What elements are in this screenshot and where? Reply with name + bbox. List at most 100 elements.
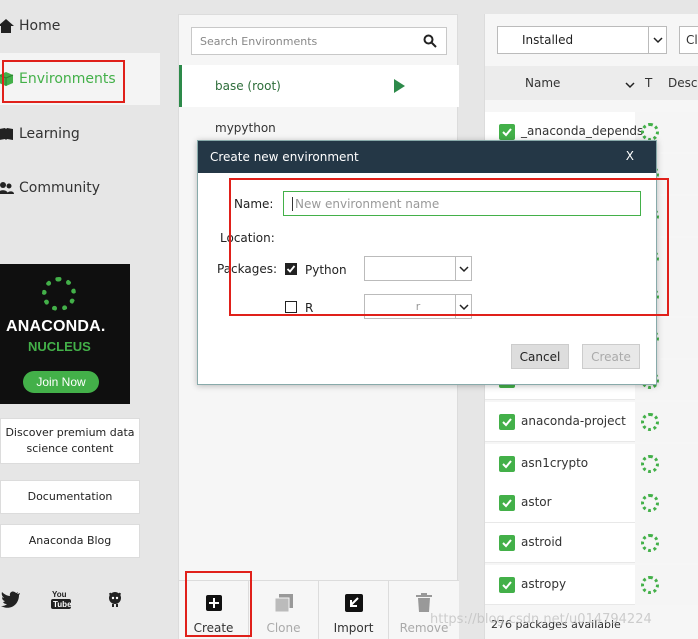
column-description[interactable]: Descr [668,76,698,90]
name-label: Name: [234,197,274,211]
book-icon [0,126,14,142]
package-checkbox[interactable] [499,124,515,140]
chevron-down-icon [455,257,471,280]
nav-community-label: Community [19,180,101,196]
anaconda-nucleus-promo[interactable]: ANACONDA. NUCLEUS Join Now [0,264,130,404]
import-environment-button[interactable]: Import [319,581,389,639]
search-environments-input[interactable]: Search Environments [191,27,447,55]
anaconda-blog-link[interactable]: Anaconda Blog [0,524,140,558]
package-type-icon [641,413,659,431]
env-item-label: base (root) [215,79,281,93]
check-icon [502,460,512,469]
create-environment-dialog: Create new environment X Name: New envir… [197,140,657,385]
discover-content-link[interactable]: Discover premium data science content [0,418,140,464]
cancel-button[interactable]: Cancel [511,344,569,369]
import-icon [344,593,364,613]
add-icon [204,593,224,613]
python-checkbox[interactable] [285,263,297,275]
search-placeholder: Search Environments [200,34,318,48]
package-name: astropy [521,577,567,591]
check-icon [502,499,512,508]
svg-text:You: You [52,590,67,599]
location-label: Location: [220,231,275,245]
package-row[interactable]: asn1crypto [485,444,698,484]
environment-name-input[interactable]: New environment name [283,191,641,216]
nav-community[interactable]: Community [0,162,160,214]
package-checkbox[interactable] [499,535,515,551]
clone-environment-button[interactable]: Clone [249,581,319,639]
nav-learning[interactable]: Learning [0,108,160,160]
package-type-icon [641,534,659,552]
github-icon[interactable] [104,588,126,610]
documentation-link[interactable]: Documentation [0,480,140,514]
package-row[interactable]: astor [485,483,698,523]
promo-subtitle: NUCLEUS [28,339,91,354]
environment-actions-bar: Create Clone Import Remove [179,580,459,639]
package-name: _anaconda_depends [521,124,644,138]
dialog-title-bar: Create new environment X [198,141,656,173]
package-name: astroid [521,535,563,549]
text-cursor [292,196,293,211]
play-icon[interactable] [394,79,405,93]
package-checkbox[interactable] [499,577,515,593]
people-icon [0,180,14,196]
nav-environments[interactable]: Environments [0,53,160,105]
package-row[interactable]: astropy [485,565,698,605]
filter-value: Installed [522,33,574,47]
env-item-label: mypython [215,121,276,135]
create-label: Create [193,621,234,635]
package-row[interactable]: astroid [485,523,698,563]
package-type-icon [641,576,659,594]
chevron-down-icon [455,295,471,318]
check-icon [286,265,296,273]
search-icon[interactable] [423,34,437,51]
check-icon [502,128,512,137]
svg-text:Tube: Tube [53,600,72,609]
close-icon[interactable]: X [626,149,634,163]
package-name: asn1crypto [521,456,589,470]
column-name[interactable]: Name [525,76,560,90]
nav-home[interactable]: Home [0,0,160,52]
clone-icon [274,593,294,613]
python-version-select[interactable] [364,256,472,281]
package-type-icon [641,455,659,473]
env-item-base-root[interactable]: base (root) [179,65,459,107]
nav-environments-label: Environments [19,71,116,87]
package-type-icon [641,494,659,512]
name-placeholder: New environment name [295,196,440,211]
package-filter-select[interactable]: Installed [497,26,667,54]
check-icon [502,581,512,590]
left-navigation: Home Environments Learning Community ANA… [0,0,160,639]
r-version-value: r [415,300,421,313]
r-version-select[interactable]: r [364,294,472,319]
anaconda-logo-icon [42,277,76,311]
column-type[interactable]: T [645,76,652,90]
remove-label: Remove [399,621,449,635]
package-checkbox[interactable] [499,495,515,511]
remove-environment-button[interactable]: Remove [389,581,459,639]
package-table-header: Name T Descr [485,66,698,100]
check-icon [502,539,512,548]
python-label: Python [305,263,347,277]
home-icon [0,18,14,34]
package-type-icon [641,123,659,141]
create-button[interactable]: Create [582,344,640,369]
import-label: Import [333,621,374,635]
clone-label: Clone [266,621,301,635]
package-checkbox[interactable] [499,456,515,472]
create-environment-button[interactable]: Create [179,581,249,639]
packages-label: Packages: [217,262,278,276]
package-row[interactable]: anaconda-project [485,402,698,442]
package-checkbox[interactable] [499,414,515,430]
promo-brand: ANACONDA. [6,318,106,335]
nav-learning-label: Learning [19,126,80,142]
r-checkbox[interactable] [285,301,297,313]
sort-chevron-icon[interactable] [625,78,635,92]
chevron-down-icon [648,27,666,53]
youtube-icon[interactable]: You Tube [50,588,72,610]
channels-button[interactable]: Cl [679,26,698,54]
package-name: anaconda-project [521,414,626,428]
twitter-icon[interactable] [0,588,22,610]
join-now-button[interactable]: Join Now [23,371,99,393]
check-icon [502,418,512,427]
